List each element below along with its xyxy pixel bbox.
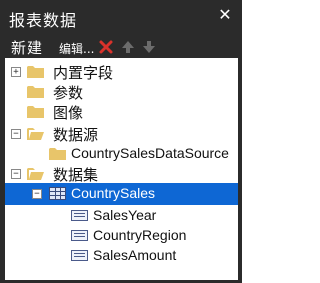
tree-item-label: SalesYear bbox=[93, 207, 157, 223]
arrow-up-icon[interactable] bbox=[121, 39, 135, 55]
panel-title: 报表数据 bbox=[9, 11, 78, 30]
tree-item-label: 数据源 bbox=[53, 126, 99, 144]
folder-icon bbox=[27, 106, 44, 118]
tree-item-label: 图像 bbox=[53, 104, 84, 122]
field-icon bbox=[71, 210, 88, 221]
collapse-icon[interactable]: − bbox=[11, 169, 21, 179]
tree-item-field[interactable]: SalesAmount bbox=[5, 246, 238, 266]
toolbar: 新建 编辑... bbox=[0, 36, 242, 58]
folder-icon bbox=[27, 86, 44, 98]
report-data-tree: + 内置字段 参数 图像 − 数据源 CountrySalesDataSourc… bbox=[5, 58, 238, 280]
data-source-icon bbox=[49, 148, 66, 160]
title-bar: 报表数据 ✕ bbox=[0, 0, 242, 36]
tree-item-field[interactable]: CountryRegion bbox=[5, 226, 238, 246]
field-icon bbox=[71, 230, 88, 241]
expand-icon[interactable]: + bbox=[11, 67, 21, 77]
arrow-down-icon[interactable] bbox=[142, 39, 156, 55]
tree-item-datasets[interactable]: − 数据集 bbox=[5, 164, 238, 184]
tree-item-label: 内置字段 bbox=[53, 64, 114, 82]
tree-item-field[interactable]: SalesYear bbox=[5, 206, 238, 226]
new-button[interactable]: 新建 bbox=[11, 37, 43, 58]
field-icon bbox=[71, 250, 88, 261]
tree-item-data-source[interactable]: CountrySalesDataSource bbox=[5, 144, 238, 164]
tree-item-label: CountrySalesDataSource bbox=[71, 145, 229, 161]
tree-item-label: 数据集 bbox=[53, 166, 99, 184]
tree-item-builtin-fields[interactable]: + 内置字段 bbox=[5, 62, 238, 82]
collapse-icon[interactable]: − bbox=[11, 129, 21, 139]
tree-item-dataset[interactable]: − CountrySales bbox=[5, 183, 238, 205]
report-data-panel: 报表数据 ✕ 新建 编辑... + 内置字段 参数 图像 − 数据源 Count… bbox=[0, 0, 242, 283]
tree-item-label: CountrySales bbox=[71, 185, 156, 201]
table-icon bbox=[49, 187, 66, 200]
collapse-icon[interactable]: − bbox=[32, 189, 42, 199]
folder-open-icon bbox=[27, 168, 44, 180]
tree-item-parameters[interactable]: 参数 bbox=[5, 82, 238, 102]
edit-button[interactable]: 编辑... bbox=[59, 40, 94, 57]
folder-open-icon bbox=[27, 128, 44, 140]
tree-item-label: SalesAmount bbox=[93, 247, 177, 263]
delete-icon[interactable] bbox=[98, 39, 114, 55]
tree-item-images[interactable]: 图像 bbox=[5, 102, 238, 122]
folder-icon bbox=[27, 66, 44, 78]
tree-item-label: CountryRegion bbox=[93, 227, 187, 243]
tree-item-label: 参数 bbox=[53, 84, 84, 102]
close-icon[interactable]: ✕ bbox=[216, 6, 234, 24]
tree-item-data-sources[interactable]: − 数据源 bbox=[5, 124, 238, 144]
